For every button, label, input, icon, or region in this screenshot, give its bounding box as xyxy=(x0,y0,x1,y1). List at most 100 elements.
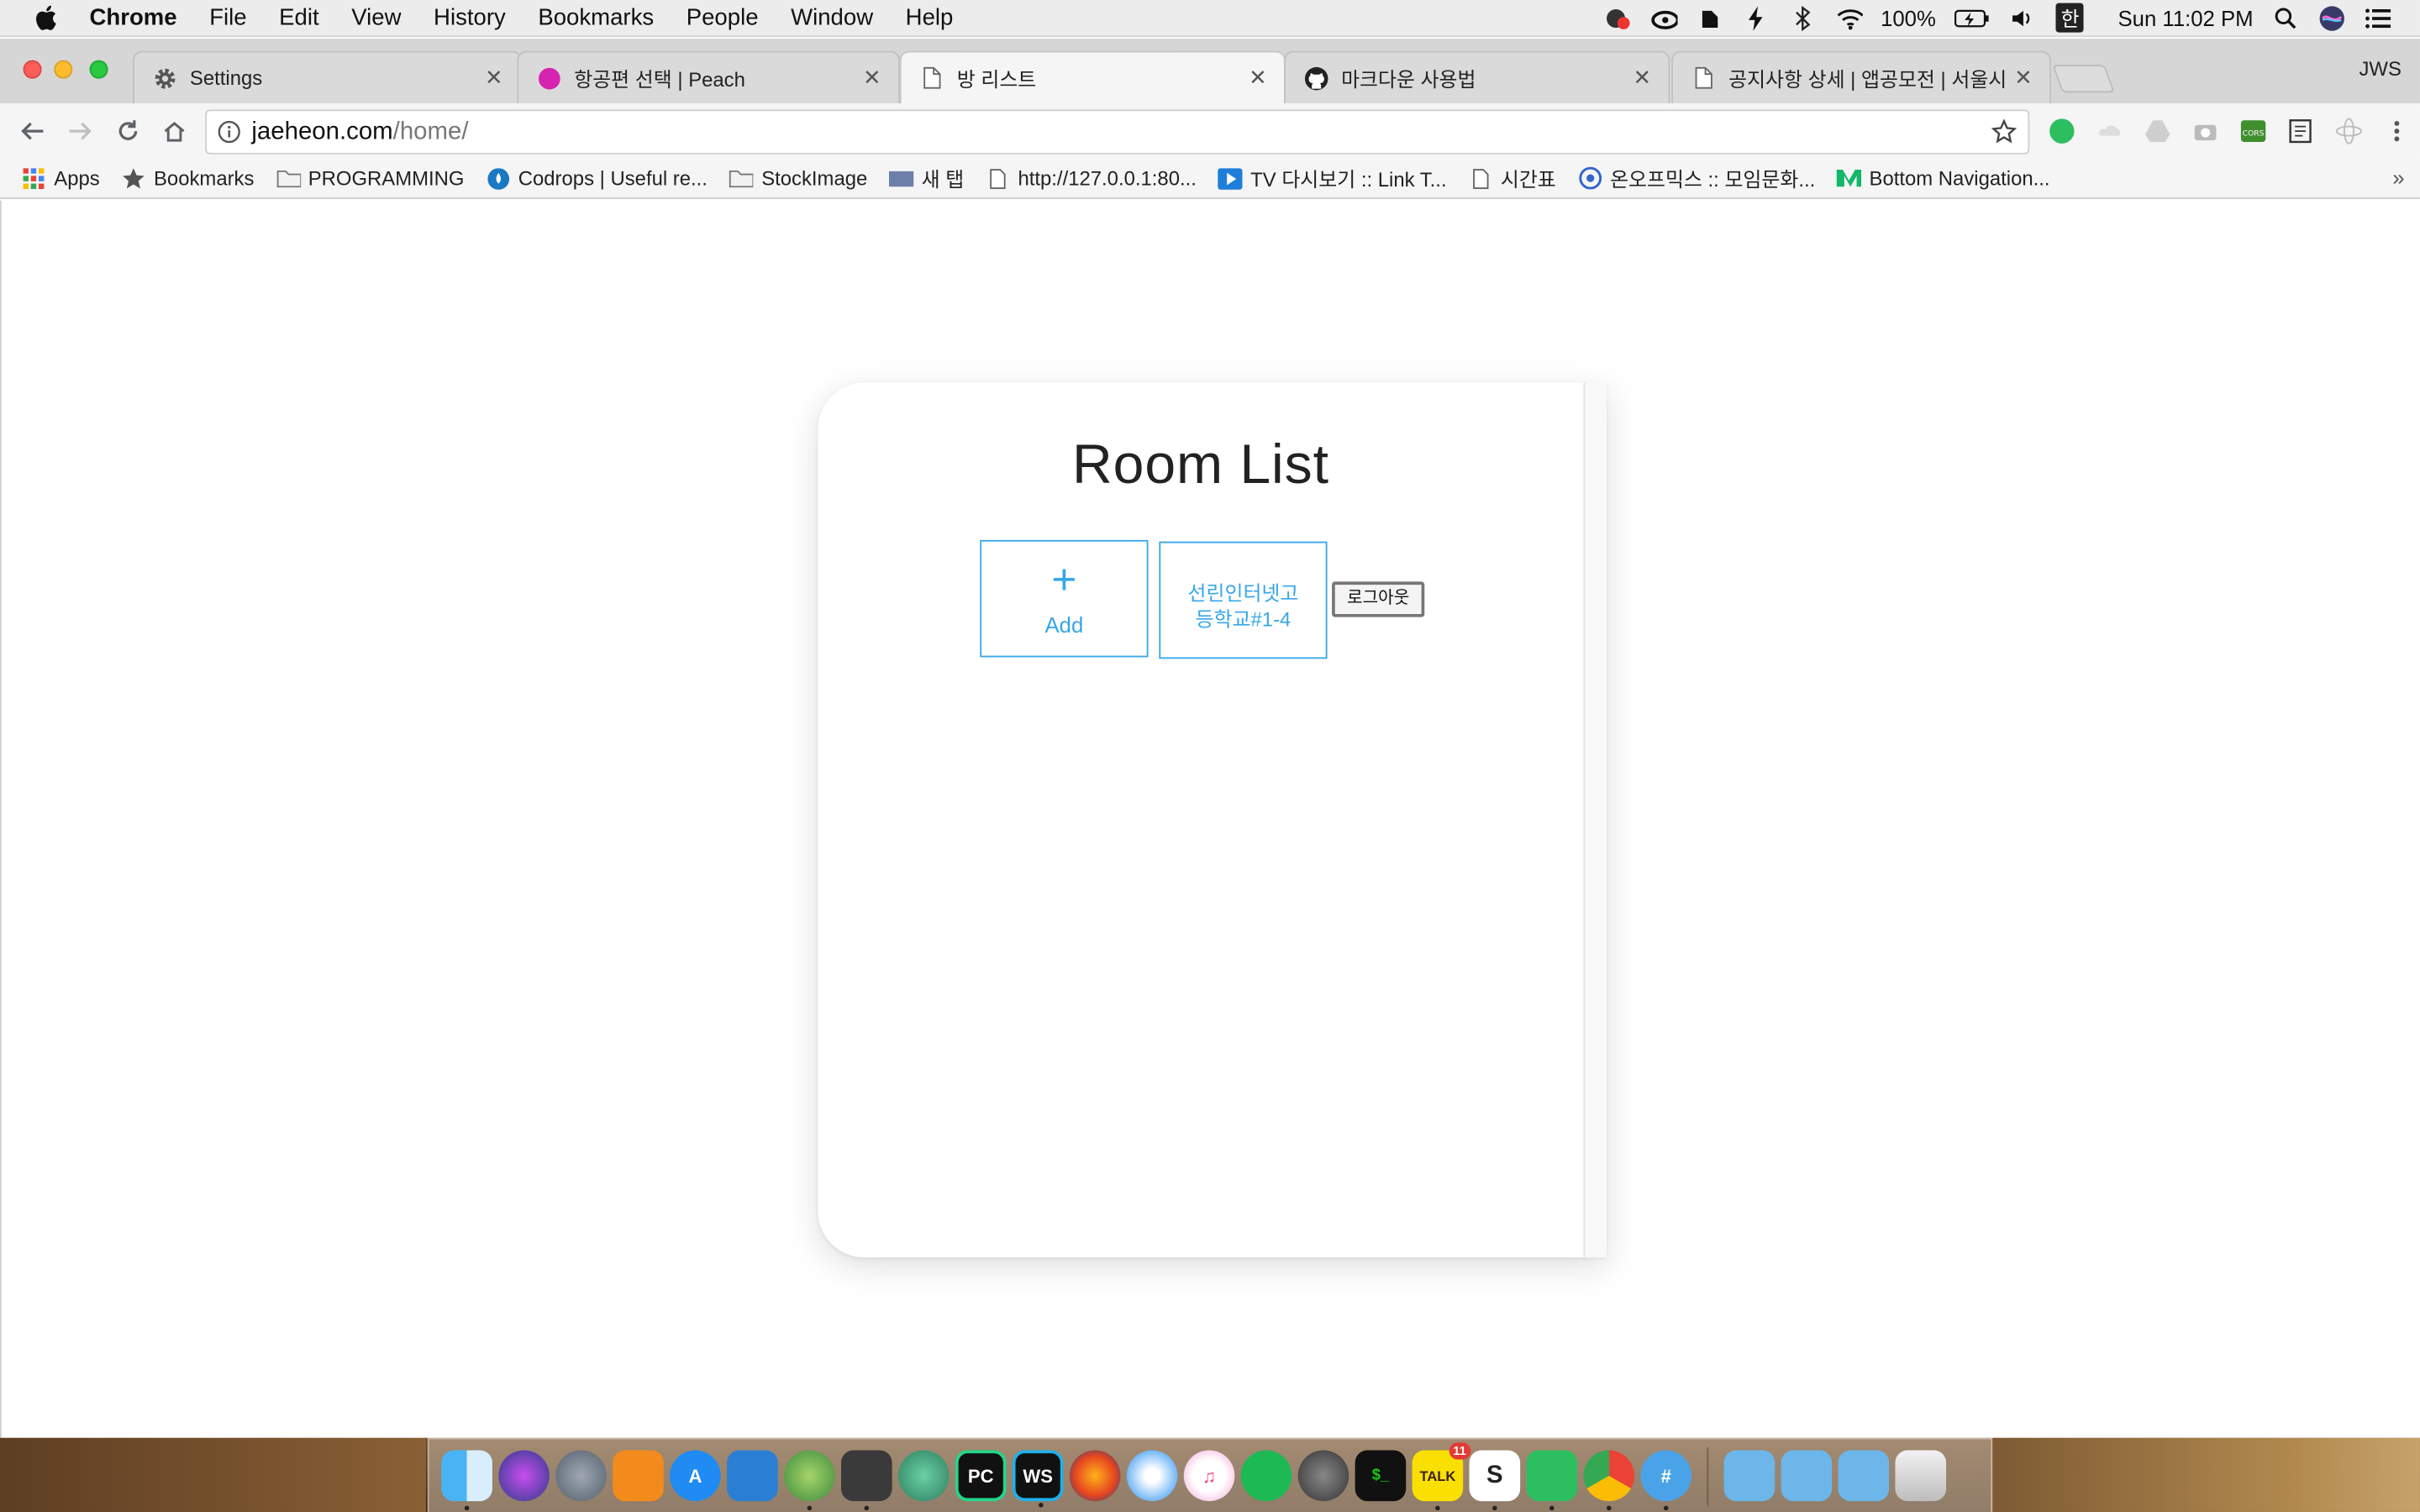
battery-icon[interactable] xyxy=(1954,5,1991,29)
terminal-icon[interactable]: $_ xyxy=(1355,1450,1407,1502)
downloads-folder-icon[interactable] xyxy=(1723,1450,1776,1502)
tab-close-icon[interactable]: ✕ xyxy=(2012,65,2034,91)
tab-markdown[interactable]: 마크다운 사용법 ✕ xyxy=(1284,50,1670,104)
twitter-client-icon[interactable]: # xyxy=(1640,1450,1692,1511)
bookmark-codrops[interactable]: Codrops | Useful re... xyxy=(486,166,708,190)
tab-list-extension-icon[interactable] xyxy=(2286,116,2317,147)
bookmark-onoffmix[interactable]: 온오프믹스 :: 모임문화... xyxy=(1578,164,1815,193)
android-studio-icon[interactable] xyxy=(784,1450,835,1511)
chrome-menu-icon[interactable] xyxy=(2381,116,2412,147)
google-drive-icon[interactable] xyxy=(2142,116,2173,147)
webstorm-icon[interactable]: WS xyxy=(1012,1450,1064,1508)
notification-center-icon[interactable] xyxy=(2365,5,2392,29)
bookmark-star-icon[interactable] xyxy=(1990,118,2018,146)
lightning-icon[interactable] xyxy=(1742,5,1770,30)
bookmark-new-tab[interactable]: 새 탭 xyxy=(889,164,964,193)
tab-settings[interactable]: Settings ✕ xyxy=(132,50,522,104)
bookmark-folder-programming[interactable]: PROGRAMMING xyxy=(276,166,464,190)
menu-file[interactable]: File xyxy=(209,5,246,31)
zoom-window-button[interactable] xyxy=(89,60,108,79)
notification-app-icon[interactable] xyxy=(1602,5,1630,29)
menu-people[interactable]: People xyxy=(687,5,759,31)
cors-extension-icon[interactable]: CORS xyxy=(2238,116,2269,147)
bluetooth-icon[interactable] xyxy=(1788,5,1816,30)
new-tab-button[interactable] xyxy=(2052,65,2115,93)
system-preferences-icon[interactable] xyxy=(1297,1450,1349,1502)
minimize-window-button[interactable] xyxy=(54,60,73,79)
menu-bookmarks[interactable]: Bookmarks xyxy=(538,5,654,31)
bookmark-label: Bookmarks xyxy=(154,166,255,190)
evernote-web-clipper-icon[interactable] xyxy=(2046,116,2077,147)
itunes-icon[interactable]: ♫ xyxy=(1183,1450,1235,1502)
folder-icon xyxy=(276,167,301,189)
input-method-indicator[interactable]: 한 xyxy=(2056,3,2085,33)
add-room-label: Add xyxy=(1044,612,1084,638)
tab-notice-detail[interactable]: 공지사항 상세 | 앱공모전 | 서울시 도 ✕ xyxy=(1671,50,2051,104)
room-item[interactable]: 선린인터넷고등학교#1-4 xyxy=(1159,541,1328,659)
forward-arrow-icon[interactable] xyxy=(66,118,94,145)
bookmarks-overflow-chevron-icon[interactable]: » xyxy=(2392,165,2404,190)
kakaotalk-icon[interactable]: TALK 11 xyxy=(1412,1442,1471,1511)
evernote-dock-icon[interactable] xyxy=(1526,1450,1578,1511)
volume-icon[interactable] xyxy=(2010,5,2038,29)
logout-button[interactable]: 로그아웃 xyxy=(1332,581,1425,617)
xcode-icon[interactable] xyxy=(727,1450,778,1502)
app-store-icon[interactable]: A xyxy=(670,1450,721,1502)
tab-close-icon[interactable]: ✕ xyxy=(1631,65,1653,91)
trash-icon[interactable] xyxy=(1895,1450,1947,1502)
bookmark-apps[interactable]: Apps xyxy=(22,166,100,190)
reload-icon[interactable] xyxy=(114,118,142,145)
tab-peach[interactable]: 항공편 선택 | Peach ✕ xyxy=(517,50,900,104)
siri-dock-icon[interactable] xyxy=(498,1450,550,1502)
pycharm-icon[interactable]: PC xyxy=(955,1450,1007,1502)
applications-folder-icon[interactable] xyxy=(1781,1450,1833,1502)
menu-help[interactable]: Help xyxy=(906,5,954,31)
safari-icon[interactable] xyxy=(1126,1450,1178,1502)
spotlight-search-icon[interactable] xyxy=(2272,5,2300,29)
site-info-icon[interactable] xyxy=(216,119,240,144)
cloud-extension-icon[interactable] xyxy=(2094,116,2125,147)
home-icon[interactable] xyxy=(160,118,188,145)
profile-name[interactable]: JWS xyxy=(2359,57,2401,81)
documents-folder-icon[interactable] xyxy=(1838,1450,1890,1502)
firefox-icon[interactable] xyxy=(1069,1450,1121,1502)
react-devtools-icon[interactable] xyxy=(2333,116,2365,147)
back-arrow-icon[interactable] xyxy=(18,118,46,145)
ibooks-icon[interactable] xyxy=(613,1450,664,1502)
menu-edit[interactable]: Edit xyxy=(279,5,318,31)
menu-app-chrome[interactable]: Chrome xyxy=(90,5,177,31)
tab-strip: Settings ✕ 항공편 선택 | Peach ✕ 방 리스트 ✕ 마크다운… xyxy=(0,38,2420,104)
address-bar[interactable]: jaeheon.com /home/ xyxy=(205,109,2030,155)
chrome-dock-icon[interactable] xyxy=(1583,1450,1635,1511)
tab-close-icon[interactable]: ✕ xyxy=(861,65,883,91)
slack-icon[interactable]: S xyxy=(1469,1450,1521,1511)
tab-close-icon[interactable]: ✕ xyxy=(483,65,505,91)
menu-window[interactable]: Window xyxy=(791,5,873,31)
bookmark-folder-stockimage[interactable]: StockImage xyxy=(729,166,867,190)
launchpad-icon[interactable] xyxy=(555,1450,607,1502)
bookmark-localhost[interactable]: http://127.0.0.1:80... xyxy=(986,166,1197,190)
creative-cloud-icon[interactable] xyxy=(1649,5,1677,29)
card-scrollbar[interactable] xyxy=(1583,382,1607,1257)
menu-history[interactable]: History xyxy=(434,5,506,31)
bookmark-tv-replay[interactable]: TV 다시보기 :: Link T... xyxy=(1218,164,1447,193)
apple-logo-icon[interactable] xyxy=(34,5,61,31)
evernote-status-icon[interactable] xyxy=(1696,5,1723,29)
camera-icon[interactable] xyxy=(2190,116,2221,147)
bookmark-timetable[interactable]: 시간표 xyxy=(1468,164,1556,193)
close-window-button[interactable] xyxy=(23,60,42,79)
wifi-icon[interactable] xyxy=(1834,5,1863,29)
add-room-button[interactable]: + Add xyxy=(980,539,1149,658)
bookmark-bookmarks[interactable]: Bookmarks xyxy=(121,166,254,190)
menubar-clock[interactable]: Sun 11:02 PM xyxy=(2118,5,2254,29)
tab-close-icon[interactable]: ✕ xyxy=(1247,65,1269,91)
siri-icon[interactable] xyxy=(2318,5,2346,30)
finder-icon[interactable] xyxy=(441,1450,492,1511)
bookmark-bottom-navigation[interactable]: Bottom Navigation... xyxy=(1836,166,2050,190)
tab-room-list[interactable]: 방 리스트 ✕ xyxy=(899,50,1286,104)
extension-icons: CORS xyxy=(2046,116,2412,147)
sublime-text-icon[interactable] xyxy=(841,1450,892,1511)
menu-view[interactable]: View xyxy=(351,5,401,31)
atom-icon[interactable] xyxy=(897,1450,950,1502)
spotify-icon[interactable] xyxy=(1240,1450,1292,1502)
